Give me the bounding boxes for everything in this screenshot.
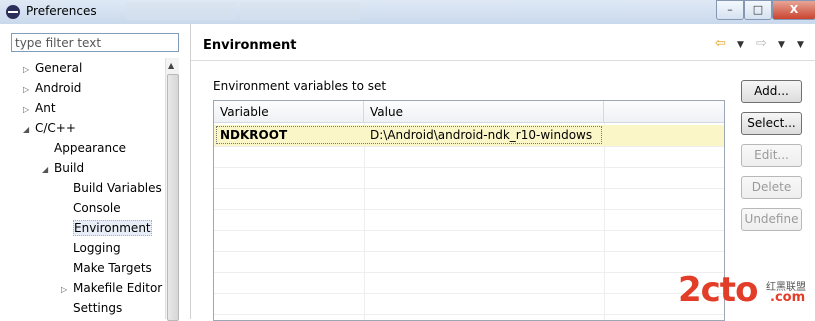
tree-scrollbar[interactable]: ▲ xyxy=(165,58,179,321)
tree-item-label: Android xyxy=(35,81,82,95)
tree-item-build-variables[interactable]: Build Variables xyxy=(61,178,162,198)
close-button[interactable]: X xyxy=(772,0,815,20)
maximize-button[interactable]: □ xyxy=(744,0,772,20)
watermark-logo: 2cto xyxy=(678,270,758,310)
tree-item-environment[interactable]: Environment xyxy=(61,218,152,238)
back-dropdown-icon[interactable]: ▼ xyxy=(737,40,744,50)
tree-item-build[interactable]: ◢ Build xyxy=(42,158,84,178)
filter-input[interactable]: type filter text xyxy=(11,33,179,52)
scroll-up-icon[interactable]: ▲ xyxy=(168,61,174,70)
tree-item-label: Environment xyxy=(73,220,152,236)
column-header-value[interactable]: Value xyxy=(364,101,604,123)
tree-item-label: Logging xyxy=(73,241,121,255)
tree-item-label: Settings xyxy=(73,301,123,315)
value-cell[interactable]: D:\Android\android-ndk_r10-windows xyxy=(364,125,604,145)
tree-item-make-targets[interactable]: Make Targets xyxy=(61,258,152,278)
table-row xyxy=(214,230,724,252)
tree-item-label: Build xyxy=(54,161,85,175)
select-button[interactable]: Select... xyxy=(741,112,802,135)
table-row[interactable]: NDKROOT D:\Android\android-ndk_r10-windo… xyxy=(214,125,724,147)
back-arrow-icon[interactable]: ⇦ xyxy=(715,36,726,51)
table-row xyxy=(214,188,724,210)
table-row xyxy=(214,167,724,189)
expand-arrow-icon[interactable]: ▷ xyxy=(23,60,35,80)
expand-arrow-icon[interactable]: ▷ xyxy=(61,280,73,300)
table-row xyxy=(214,146,724,168)
tree-item-label: Appearance xyxy=(54,141,127,155)
page-title: Environment xyxy=(203,38,297,53)
title-bar: Preferences – □ X xyxy=(0,0,815,24)
header-divider xyxy=(191,60,815,61)
tree-item-label: Console xyxy=(73,201,121,215)
undefine-button[interactable]: Undefine xyxy=(741,208,802,231)
collapse-arrow-icon[interactable]: ◢ xyxy=(23,120,35,140)
table-row xyxy=(214,272,724,294)
delete-button[interactable]: Delete xyxy=(741,176,802,199)
preferences-tree: ▷ General ▷ Android ▷ Ant ◢ C/C++ Appearance ◢ Bui… xyxy=(11,58,165,319)
tree-item-label: Build Variables xyxy=(73,181,162,195)
add-button[interactable]: Add... xyxy=(741,80,802,103)
view-menu-icon[interactable]: ▼ xyxy=(797,40,804,50)
eclipse-icon xyxy=(6,5,20,19)
tree-item-c-c-[interactable]: ◢ C/C++ xyxy=(23,118,76,138)
background-tab xyxy=(126,2,236,20)
watermark-suffix: .com xyxy=(770,290,806,305)
tree-item-label: Makefile Editor xyxy=(73,281,163,295)
minimize-button[interactable]: – xyxy=(716,0,744,20)
tree-item-general[interactable]: ▷ General xyxy=(23,58,82,78)
column-header-variable[interactable]: Variable xyxy=(214,101,364,123)
collapse-arrow-icon[interactable]: ◢ xyxy=(42,160,54,180)
tree-item-logging[interactable]: Logging xyxy=(61,238,121,258)
section-label: Environment variables to set xyxy=(213,79,387,93)
tree-item-ant[interactable]: ▷ Ant xyxy=(23,98,56,118)
column-header-empty xyxy=(604,101,724,123)
tree-item-makefile-editor[interactable]: ▷ Makefile Editor xyxy=(61,278,162,298)
scroll-thumb[interactable] xyxy=(167,74,179,321)
tree-item-console[interactable]: Console xyxy=(61,198,121,218)
env-variables-table[interactable]: Variable Value NDKROOT D:\Android\androi… xyxy=(213,100,725,321)
tree-item-label: Make Targets xyxy=(73,261,152,275)
forward-arrow-icon[interactable]: ⇨ xyxy=(756,36,767,51)
table-row xyxy=(214,209,724,231)
tree-item-appearance[interactable]: Appearance xyxy=(42,138,126,158)
background-tab xyxy=(240,2,360,20)
edit-button[interactable]: Edit... xyxy=(741,144,802,167)
expand-arrow-icon[interactable]: ▷ xyxy=(23,80,35,100)
tree-item-settings[interactable]: Settings xyxy=(61,298,122,318)
table-row xyxy=(214,251,724,273)
preferences-sidebar: type filter text ▷ General ▷ Android ▷ Ant ◢ C/… xyxy=(0,24,191,321)
forward-dropdown-icon[interactable]: ▼ xyxy=(778,40,785,50)
tree-item-label: Ant xyxy=(35,101,56,115)
variable-cell[interactable]: NDKROOT xyxy=(214,125,364,145)
tree-item-label: C/C++ xyxy=(35,121,76,135)
tree-item-android[interactable]: ▷ Android xyxy=(23,78,81,98)
expand-arrow-icon[interactable]: ▷ xyxy=(23,100,35,120)
window-title: Preferences xyxy=(26,4,97,18)
site-watermark: 2cto 红黑联盟 .com xyxy=(678,270,813,315)
tree-item-label: General xyxy=(35,61,83,75)
table-row xyxy=(214,293,724,315)
